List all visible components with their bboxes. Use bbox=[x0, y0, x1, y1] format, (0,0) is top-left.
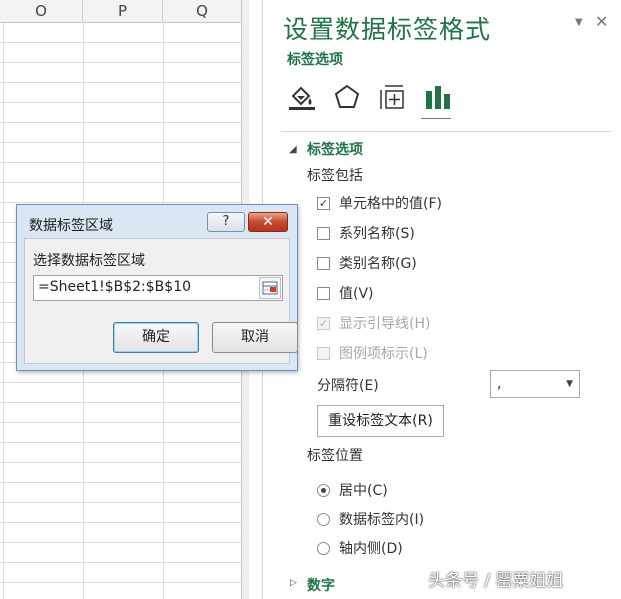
pane-separator bbox=[281, 131, 611, 132]
help-button[interactable]: ? bbox=[207, 212, 245, 232]
checkbox-label: 图例项标示(L) bbox=[339, 346, 428, 362]
radio-selected-icon[interactable] bbox=[317, 483, 330, 497]
pane-close-icon[interactable]: ✕ bbox=[595, 12, 608, 31]
dialog-title: 数据标签区域 bbox=[29, 218, 113, 234]
section-label-options[interactable]: 标签选项 bbox=[307, 139, 363, 159]
chevron-down-icon[interactable]: ▼ bbox=[566, 371, 573, 397]
range-input-value[interactable]: =Sheet1!$B$2:$B$10 bbox=[38, 279, 191, 295]
label-contains-heading: 标签包括 bbox=[307, 168, 363, 184]
checkbox-series-name[interactable]: 系列名称(S) bbox=[317, 223, 415, 243]
separator-value: , bbox=[497, 376, 502, 392]
format-data-labels-pane: 设置数据标签格式 ▼ ✕ 标签选项 ◢ 标签选项 标签包括 ✓ 单元格中的值(F… bbox=[263, 0, 621, 599]
checkbox-icon[interactable] bbox=[317, 226, 330, 240]
expand-triangle-icon[interactable]: ▷ bbox=[290, 578, 297, 588]
checkbox-icon[interactable] bbox=[317, 256, 330, 270]
collapse-triangle-icon[interactable]: ◢ bbox=[289, 144, 297, 155]
radio-inside-base[interactable]: 轴内侧(D) bbox=[317, 538, 403, 558]
dialog-prompt: 选择数据标签区域 bbox=[33, 253, 145, 269]
pane-options-chevron-icon[interactable]: ▼ bbox=[575, 17, 583, 28]
checkbox-icon bbox=[317, 346, 330, 360]
checkbox-checked-icon: ✓ bbox=[317, 316, 330, 330]
checkbox-show-leader-lines: ✓ 显示引导线(H) bbox=[317, 313, 430, 333]
watermark-text: 头条号 / 罂粟姐姐 bbox=[428, 571, 564, 591]
radio-label: 居中(C) bbox=[339, 483, 388, 499]
close-button[interactable]: ✕ bbox=[248, 212, 288, 232]
checkbox-value[interactable]: 值(V) bbox=[317, 283, 374, 303]
label-position-heading: 标签位置 bbox=[307, 448, 363, 464]
section-number[interactable]: 数字 bbox=[307, 575, 335, 595]
size-properties-icon[interactable] bbox=[377, 82, 407, 112]
checkbox-label: 类别名称(G) bbox=[339, 256, 417, 272]
column-header-o[interactable]: O bbox=[0, 0, 83, 23]
dialog-body: 选择数据标签区域 =Sheet1!$B$2:$B$10 确定 取消 bbox=[24, 238, 298, 364]
checkbox-value-from-cells[interactable]: ✓ 单元格中的值(F) bbox=[317, 193, 442, 213]
checkbox-legend-key: 图例项标示(L) bbox=[317, 343, 428, 363]
checkbox-label: 显示引导线(H) bbox=[339, 316, 431, 332]
label-options-icon[interactable] bbox=[423, 82, 453, 112]
radio-center[interactable]: 居中(C) bbox=[317, 480, 388, 500]
reset-label-text-button[interactable]: 重设标签文本(R) bbox=[317, 405, 444, 437]
checkbox-category-name[interactable]: 类别名称(G) bbox=[317, 253, 417, 273]
radio-label: 轴内侧(D) bbox=[339, 541, 403, 557]
checkbox-checked-icon[interactable]: ✓ bbox=[317, 196, 330, 210]
range-input[interactable]: =Sheet1!$B$2:$B$10 bbox=[33, 275, 283, 301]
checkbox-icon[interactable] bbox=[317, 286, 330, 300]
data-label-range-dialog: 数据标签区域 ? ✕ 选择数据标签区域 =Sheet1!$B$2:$B$10 确… bbox=[16, 204, 298, 371]
radio-icon[interactable] bbox=[317, 512, 330, 526]
selected-category-indicator bbox=[421, 118, 451, 119]
separator-label: 分隔符(E) bbox=[317, 378, 379, 394]
cancel-button[interactable]: 取消 bbox=[212, 322, 298, 353]
pane-subtitle[interactable]: 标签选项 bbox=[287, 49, 343, 69]
column-header-p[interactable]: P bbox=[83, 0, 163, 23]
radio-label: 数据标签内(I) bbox=[339, 512, 425, 528]
checkbox-label: 系列名称(S) bbox=[339, 226, 415, 242]
pane-title: 设置数据标签格式 bbox=[283, 15, 492, 44]
separator-select[interactable]: , ▼ bbox=[490, 370, 580, 398]
radio-inside-end[interactable]: 数据标签内(I) bbox=[317, 509, 424, 529]
fill-line-icon[interactable] bbox=[287, 82, 317, 112]
column-header-q[interactable]: Q bbox=[163, 0, 242, 23]
effects-icon[interactable] bbox=[332, 82, 362, 112]
radio-icon[interactable] bbox=[317, 541, 330, 555]
collapse-dialog-icon[interactable] bbox=[259, 277, 281, 299]
ok-button[interactable]: 确定 bbox=[113, 322, 199, 353]
checkbox-label: 值(V) bbox=[339, 286, 374, 302]
checkbox-label: 单元格中的值(F) bbox=[339, 196, 442, 212]
